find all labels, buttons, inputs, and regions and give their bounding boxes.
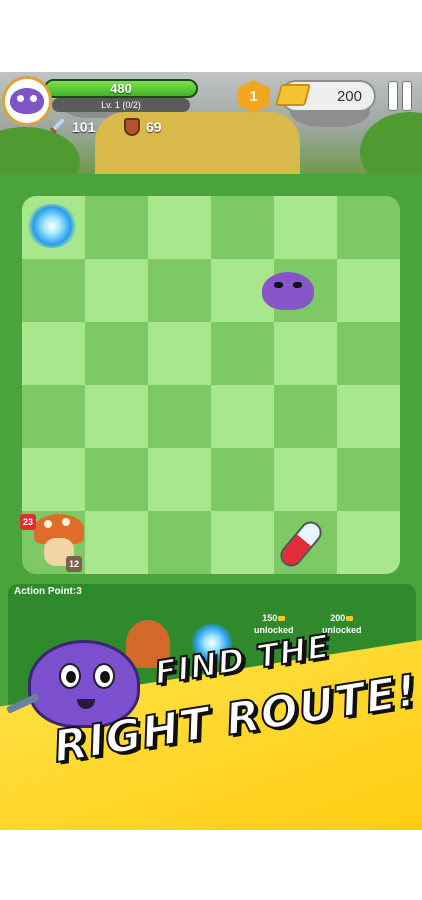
board-cell[interactable] xyxy=(85,322,148,385)
pause-icon xyxy=(403,82,411,110)
board-cell[interactable] xyxy=(22,385,85,448)
portal-icon[interactable] xyxy=(26,204,78,248)
gold-icon xyxy=(278,616,286,621)
gold-value: 200 xyxy=(336,88,362,105)
hp-value: 480 xyxy=(110,81,132,96)
pause-button[interactable] xyxy=(386,80,414,112)
player-avatar[interactable] xyxy=(2,76,52,126)
board-cell[interactable] xyxy=(211,385,274,448)
hp-bar: 480 xyxy=(44,79,198,98)
attack-value: 101 xyxy=(72,119,96,135)
gold-counter[interactable]: 200 xyxy=(275,80,376,112)
defense-stat: 69 xyxy=(124,118,162,136)
board-cell[interactable] xyxy=(85,511,148,574)
board-cell[interactable] xyxy=(148,385,211,448)
board-cell[interactable] xyxy=(337,322,400,385)
gold-bar-icon xyxy=(275,84,311,106)
board-cell[interactable] xyxy=(274,196,337,259)
mascot-mouth xyxy=(77,699,95,709)
board-cell[interactable] xyxy=(337,385,400,448)
attack-stat: 101 xyxy=(48,118,95,136)
board-cell[interactable] xyxy=(337,511,400,574)
enemy-defense-badge: 12 xyxy=(66,556,82,572)
enemy-attack-badge: 23 xyxy=(20,514,36,530)
board-cell[interactable] xyxy=(337,196,400,259)
level-progress: Lv. 1 (0/2) xyxy=(52,98,190,112)
unlock-cost: 150 xyxy=(262,613,278,623)
purple-slime-enemy[interactable] xyxy=(262,272,314,310)
sword-icon xyxy=(48,118,66,136)
board-cell[interactable] xyxy=(337,448,400,511)
defense-value: 69 xyxy=(146,119,162,135)
board-cell[interactable] xyxy=(85,196,148,259)
board-cell[interactable] xyxy=(274,322,337,385)
board-cell[interactable] xyxy=(274,385,337,448)
board-cell[interactable] xyxy=(148,511,211,574)
board-cell[interactable] xyxy=(22,322,85,385)
board-cell[interactable] xyxy=(22,448,85,511)
pause-icon xyxy=(389,82,397,110)
board-cell[interactable] xyxy=(148,196,211,259)
mascot-eye xyxy=(59,663,81,689)
bush-right xyxy=(360,112,422,174)
board-cell[interactable] xyxy=(211,196,274,259)
unlock-cost: 200 xyxy=(330,613,346,623)
board-cell[interactable] xyxy=(148,259,211,322)
board-cell[interactable] xyxy=(148,448,211,511)
board-cell[interactable] xyxy=(22,259,85,322)
purple-slime-avatar-icon xyxy=(10,88,44,114)
board-cell[interactable] xyxy=(211,322,274,385)
board-cell[interactable] xyxy=(85,385,148,448)
board-cell[interactable] xyxy=(337,259,400,322)
action-point-label: Action Point:3 xyxy=(14,586,82,597)
board-cell[interactable] xyxy=(85,448,148,511)
board-cell[interactable] xyxy=(85,259,148,322)
gold-icon xyxy=(346,616,354,621)
board-cell[interactable] xyxy=(211,448,274,511)
board-cell[interactable] xyxy=(211,511,274,574)
mascot-eye xyxy=(93,663,115,689)
shield-icon xyxy=(124,118,140,136)
board-cell[interactable] xyxy=(274,448,337,511)
board-cell[interactable] xyxy=(148,322,211,385)
